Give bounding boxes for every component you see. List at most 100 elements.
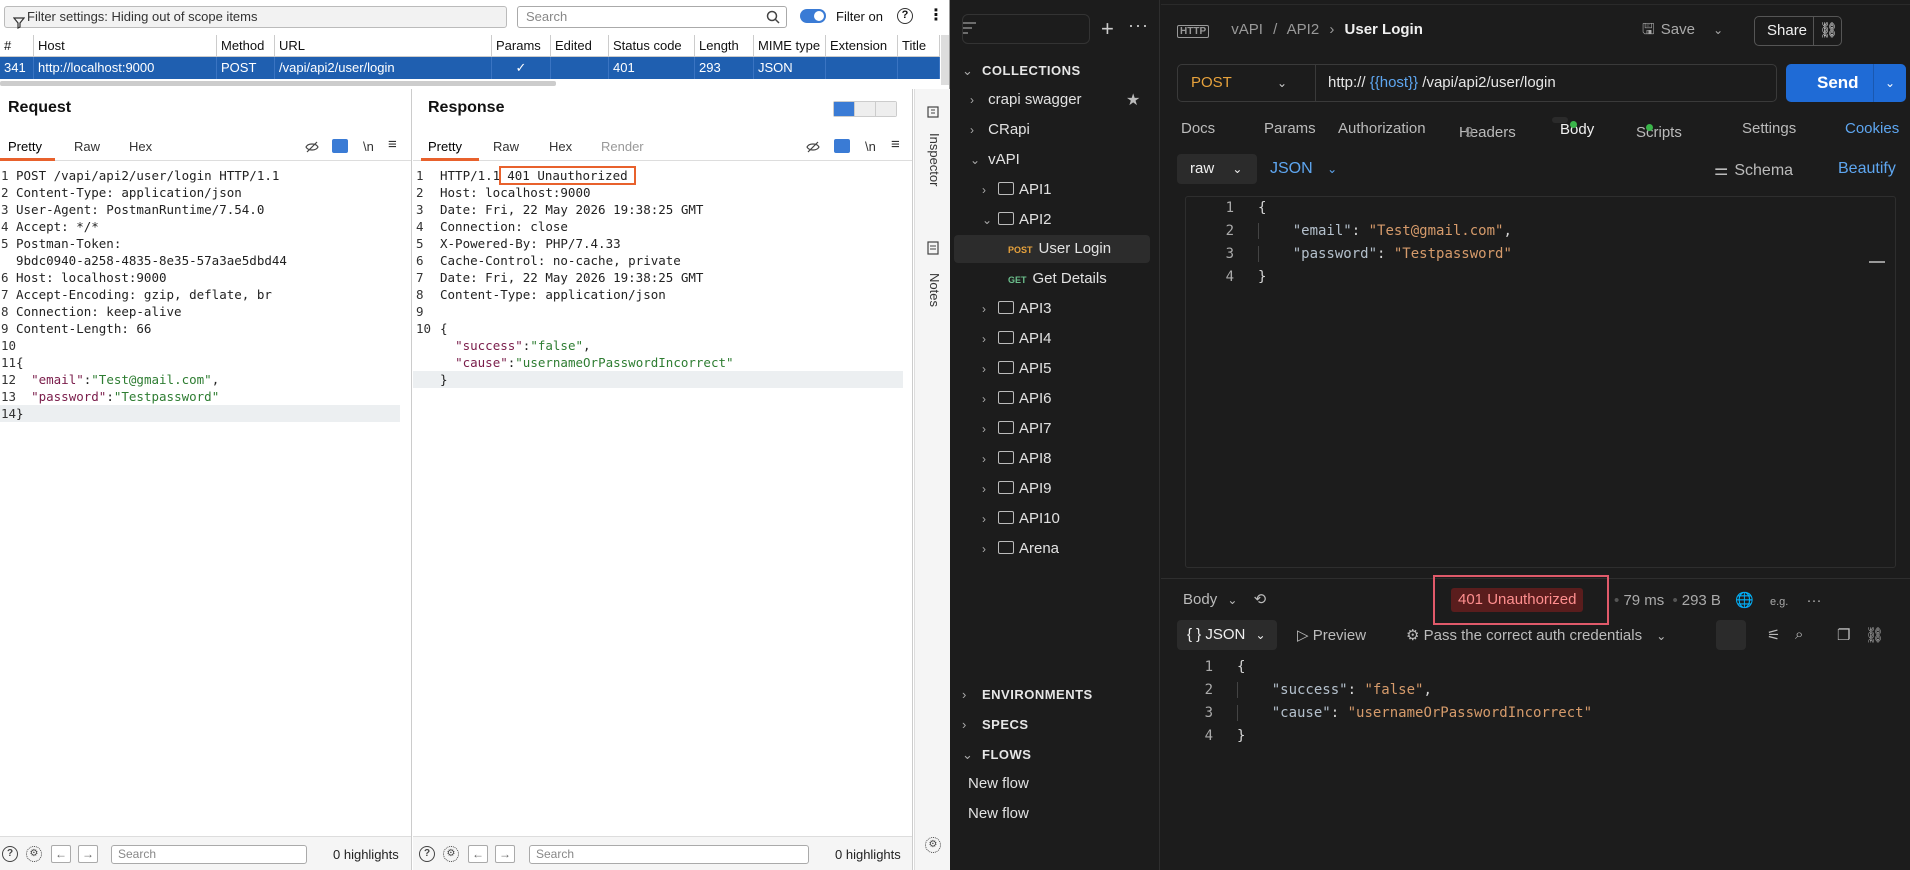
body-mode-select[interactable]: raw ⌄: [1177, 154, 1257, 184]
more-icon[interactable]: ···: [1807, 592, 1822, 609]
layout-split-icon[interactable]: [834, 102, 854, 116]
flows-header[interactable]: ⌄ FLOWS: [962, 747, 1031, 763]
beautify-button[interactable]: Beautify: [1838, 160, 1896, 178]
chevron-down-icon[interactable]: ⌄: [1713, 23, 1723, 37]
gear-icon[interactable]: ⚙: [26, 846, 42, 862]
search-icon[interactable]: ⌕: [1795, 626, 1803, 643]
url-input[interactable]: http:// {{host}} /vapi/api2/user/login: [1328, 65, 1556, 101]
visualize-button[interactable]: ⚙ Pass the correct auth credentials ⌄: [1406, 626, 1666, 644]
link-icon[interactable]: ⛓: [1813, 17, 1843, 45]
col-status-code[interactable]: Status code: [609, 35, 695, 56]
tab-docs[interactable]: Docs: [1181, 120, 1215, 137]
tab-pretty[interactable]: Pretty: [8, 139, 42, 154]
history-search-input[interactable]: Search: [517, 6, 787, 28]
folder-item[interactable]: › API10: [982, 506, 1060, 532]
specs-header[interactable]: › SPECS: [962, 717, 1029, 732]
tab-body[interactable]: Body: [1552, 117, 1594, 138]
folder-item[interactable]: › API9: [982, 476, 1052, 502]
collection-item[interactable]: › CRapi: [970, 117, 1030, 143]
newline-toggle[interactable]: \n: [865, 139, 876, 154]
filter-icon[interactable]: ⚟: [1767, 626, 1780, 644]
breadcrumb-collection[interactable]: vAPI: [1231, 21, 1263, 38]
response-time[interactable]: 79 ms: [1623, 592, 1664, 609]
tab-settings[interactable]: Settings: [1742, 120, 1796, 137]
folder-item[interactable]: › API3: [982, 296, 1052, 322]
col-length[interactable]: Length: [695, 35, 754, 56]
response-search-input[interactable]: Search: [529, 845, 809, 864]
response-editor[interactable]: 1 HTTP/1.1 401 Unauthorized 2 Host: localho…: [413, 166, 903, 388]
copy-icon[interactable]: ❐: [1837, 626, 1850, 644]
collection-item[interactable]: ⌄ vAPI: [970, 147, 1020, 173]
more-options-icon[interactable]: ⋮: [928, 7, 944, 25]
eye-off-icon[interactable]: [305, 140, 319, 154]
globe-icon[interactable]: 🌐: [1735, 592, 1754, 609]
tab-params[interactable]: Params: [1264, 120, 1316, 137]
cookies-link[interactable]: Cookies: [1845, 120, 1899, 137]
back-arrow-icon[interactable]: ←: [51, 845, 71, 863]
star-icon[interactable]: ★: [1126, 90, 1140, 110]
notes-tab[interactable]: Notes: [927, 273, 942, 307]
new-collection-icon[interactable]: +: [1101, 16, 1114, 42]
table-row[interactable]: 341 http://localhost:9000 POST /vapi/api…: [0, 57, 940, 79]
preview-button[interactable]: ▷ Preview: [1297, 626, 1366, 644]
examples-icon[interactable]: e.g.: [1770, 596, 1788, 608]
flow-item[interactable]: New flow: [968, 801, 1029, 827]
layout-single-icon[interactable]: [875, 102, 896, 116]
col-number[interactable]: #: [0, 35, 34, 56]
eye-off-icon[interactable]: [806, 140, 820, 154]
flow-item[interactable]: New flow: [968, 771, 1029, 797]
tab-hex[interactable]: Hex: [129, 139, 152, 154]
sidebar-more-icon[interactable]: ···: [1128, 15, 1149, 36]
col-extension[interactable]: Extension: [826, 35, 898, 56]
layout-rows-icon[interactable]: [854, 102, 875, 116]
help-icon[interactable]: ?: [419, 846, 435, 862]
wrap-icon[interactable]: [332, 139, 348, 153]
col-method[interactable]: Method: [217, 35, 275, 56]
folder-item[interactable]: › API4: [982, 326, 1052, 352]
method-select[interactable]: POST ⌄: [1178, 65, 1316, 101]
col-edited[interactable]: Edited: [551, 35, 609, 56]
request-search-input[interactable]: Search: [111, 845, 307, 864]
inspector-icon[interactable]: [926, 105, 940, 119]
folder-item[interactable]: › API1: [982, 177, 1052, 203]
tab-authorization[interactable]: Authorization: [1338, 120, 1426, 137]
back-arrow-icon[interactable]: ←: [468, 845, 488, 863]
page-title[interactable]: User Login: [1345, 21, 1423, 38]
gear-icon[interactable]: ⚙: [443, 846, 459, 862]
response-body-select[interactable]: Body ⌄ ⟲: [1183, 590, 1266, 608]
inspector-tab[interactable]: Inspector: [927, 133, 942, 186]
sidebar-search[interactable]: [962, 14, 1090, 44]
folder-item[interactable]: › Arena: [982, 536, 1059, 562]
folder-item[interactable]: › API7: [982, 416, 1052, 442]
col-params[interactable]: Params: [492, 35, 551, 56]
send-button[interactable]: Send ⌄: [1786, 64, 1906, 102]
save-button[interactable]: 🖫 Save ⌄: [1642, 19, 1723, 44]
gear-icon[interactable]: ⚙: [925, 837, 941, 853]
horizontal-scrollbar[interactable]: [0, 81, 556, 86]
request-item[interactable]: POST User Login: [1008, 236, 1111, 262]
request-item[interactable]: GET Get Details: [1008, 266, 1107, 292]
tab-raw[interactable]: Raw: [493, 139, 519, 154]
folder-item[interactable]: › API6: [982, 386, 1052, 412]
help-icon[interactable]: ?: [2, 846, 18, 862]
tab-render[interactable]: Render: [601, 139, 644, 154]
col-mime-type[interactable]: MIME type: [754, 35, 826, 56]
schema-button[interactable]: ⚌ Schema: [1714, 160, 1793, 180]
folder-item[interactable]: ⌄ API2: [982, 207, 1052, 233]
request-editor[interactable]: 1 POST /vapi/api2/user/login HTTP/1.1 2 Con…: [0, 167, 400, 422]
menu-icon[interactable]: ≡: [891, 136, 900, 153]
collection-item[interactable]: › crapi swagger: [970, 87, 1082, 113]
tab-pretty[interactable]: Pretty: [428, 139, 462, 154]
body-language-select[interactable]: JSON ⌄: [1270, 160, 1337, 178]
request-body-editor[interactable]: 1{2 "email": "Test@gmail.com", 3 "passwor…: [1185, 196, 1896, 568]
tab-hex[interactable]: Hex: [549, 139, 572, 154]
filter-settings[interactable]: Filter settings: Hiding out of scope ite…: [4, 6, 507, 29]
wrap-icon[interactable]: [834, 139, 850, 153]
folder-item[interactable]: › API8: [982, 446, 1052, 472]
notes-icon[interactable]: [926, 241, 940, 255]
history-icon[interactable]: ⟲: [1254, 591, 1267, 608]
breadcrumb-folder[interactable]: API2: [1287, 21, 1320, 38]
response-format-select[interactable]: { } JSON ⌄: [1177, 620, 1277, 650]
filter-toggle[interactable]: [800, 9, 826, 23]
status-badge[interactable]: 401 Unauthorized: [1451, 588, 1584, 612]
